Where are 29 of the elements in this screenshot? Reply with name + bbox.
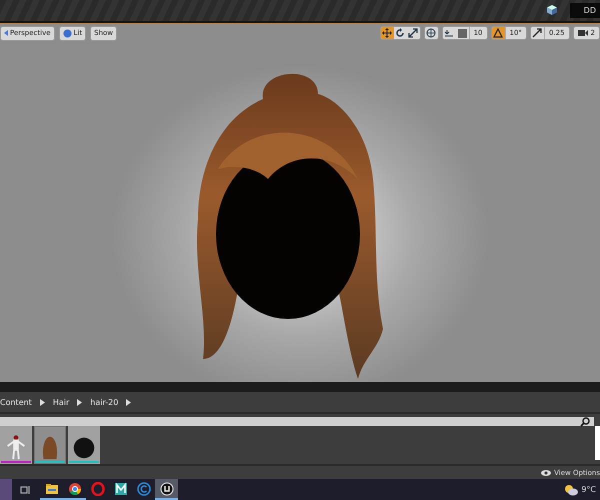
move-tool-icon[interactable] (380, 27, 394, 40)
caret-icon[interactable] (126, 398, 132, 406)
unreal-app-icon[interactable] (155, 479, 178, 500)
hair-asset-thumbnail[interactable] (34, 426, 66, 464)
grid-icon[interactable] (456, 27, 469, 40)
caret-icon[interactable] (40, 398, 45, 406)
sphere-icon (62, 28, 72, 38)
caret-icon (4, 29, 8, 38)
character-asset-thumbnail[interactable] (0, 426, 32, 464)
task-view-icon[interactable] (20, 484, 30, 494)
camera-icon (578, 29, 588, 38)
search-field[interactable] (0, 417, 594, 426)
caret-icon[interactable] (77, 398, 82, 406)
cube-icon[interactable] (546, 4, 558, 16)
search-icon[interactable] (580, 416, 590, 426)
top-bar-label[interactable]: DD (570, 2, 600, 18)
scale-snap-icon[interactable] (530, 27, 544, 40)
sphere-asset-thumbnail[interactable] (68, 426, 100, 464)
breadcrumb-link[interactable]: hair-20 (90, 398, 118, 406)
weather-icon[interactable] (564, 484, 578, 496)
rotate-tool-icon[interactable] (394, 27, 407, 40)
globe-icon[interactable] (424, 26, 439, 40)
surface-snap-icon[interactable] (442, 27, 456, 40)
temperature-text[interactable]: 9°C (581, 485, 596, 494)
eye-icon (541, 470, 552, 476)
scale-tool-icon[interactable] (406, 27, 420, 40)
angle-icon[interactable] (492, 27, 505, 40)
breadcrumb-link[interactable]: Hair (52, 398, 70, 406)
breadcrumb-link[interactable]: Content (0, 398, 32, 406)
